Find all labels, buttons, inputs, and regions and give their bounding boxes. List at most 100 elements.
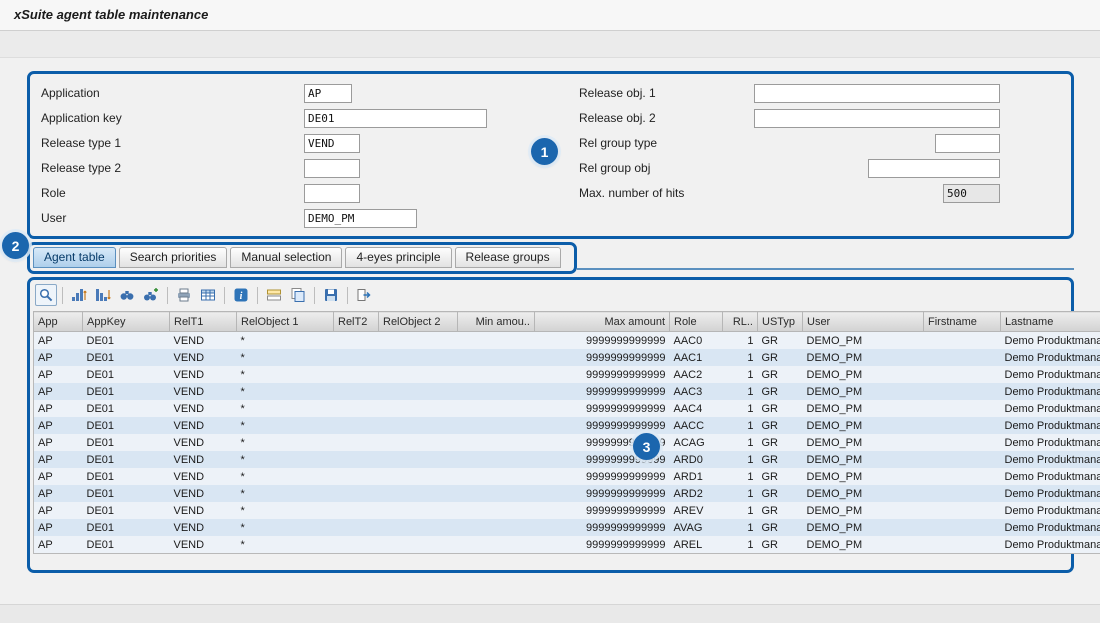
column-header-app[interactable]: App (34, 312, 83, 332)
user-input[interactable] (304, 209, 417, 228)
cell-relt1: VEND (170, 383, 237, 400)
column-header-role[interactable]: Role (670, 312, 723, 332)
column-header-relt1[interactable]: RelT1 (170, 312, 237, 332)
tab-manual-selection[interactable]: Manual selection (230, 247, 342, 268)
table-row[interactable]: APDE01VEND*9999999999999ARD21GRDEMO_PMDe… (34, 485, 1100, 502)
cell-ustyp: GR (758, 451, 803, 468)
info-icon[interactable]: i (230, 284, 252, 306)
cell-relobject-1: * (237, 349, 334, 366)
cell-rl: 1 (723, 468, 758, 485)
cell-min-amou (458, 383, 535, 400)
release-obj-1-input[interactable] (754, 84, 1000, 103)
cell-relt1: VEND (170, 451, 237, 468)
rel-group-type-input[interactable] (935, 134, 1000, 153)
toolbar-separator (167, 287, 168, 304)
column-header-rl[interactable]: RL.. (723, 312, 758, 332)
table-row[interactable]: APDE01VEND*9999999999999AAC41GRDEMO_PMDe… (34, 400, 1100, 417)
cell-relobject-1: * (237, 383, 334, 400)
cell-lastname: Demo Produktmanage.. (1001, 417, 1100, 434)
cell-relobject-2 (379, 417, 458, 434)
cell-min-amou (458, 536, 535, 554)
export-icon[interactable] (353, 284, 375, 306)
cell-lastname: Demo Produktmanage.. (1001, 400, 1100, 417)
table-row[interactable]: APDE01VEND*9999999999999ARD01GRDEMO_PMDe… (34, 451, 1100, 468)
cell-appkey: DE01 (83, 434, 170, 451)
print-icon[interactable] (173, 284, 195, 306)
cell-relt2 (334, 502, 379, 519)
column-header-max-amount[interactable]: Max amount (535, 312, 670, 332)
cell-app: AP (34, 485, 83, 502)
insert-row-icon[interactable] (263, 284, 285, 306)
column-header-relt2[interactable]: RelT2 (334, 312, 379, 332)
cell-relobject-1: * (237, 366, 334, 383)
release-obj-2-input[interactable] (754, 109, 1000, 128)
page-title: xSuite agent table maintenance (14, 0, 208, 30)
cell-relobject-2 (379, 332, 458, 350)
cell-app: AP (34, 536, 83, 554)
column-header-firstname[interactable]: Firstname (924, 312, 1001, 332)
column-header-user[interactable]: User (803, 312, 924, 332)
cell-user: DEMO_PM (803, 434, 924, 451)
tab-agent-table[interactable]: Agent table (33, 247, 116, 268)
save-icon[interactable] (320, 284, 342, 306)
table-row[interactable]: APDE01VEND*9999999999999AAC21GRDEMO_PMDe… (34, 366, 1100, 383)
tab-4-eyes-principle[interactable]: 4-eyes principle (345, 247, 451, 268)
table-row[interactable]: APDE01VEND*9999999999999ACAG1GRDEMO_PMDe… (34, 434, 1100, 451)
cell-max-amount: 9999999999999 (535, 400, 670, 417)
cell-relobject-2 (379, 468, 458, 485)
cell-max-amount: 9999999999999 (535, 468, 670, 485)
search-icon[interactable] (35, 284, 57, 306)
cell-lastname: Demo Produktmanage.. (1001, 366, 1100, 383)
table-view-icon[interactable] (197, 284, 219, 306)
table-row[interactable]: APDE01VEND*9999999999999AAC31GRDEMO_PMDe… (34, 383, 1100, 400)
column-header-relobject-2[interactable]: RelObject 2 (379, 312, 458, 332)
sort-ascending-icon[interactable] (68, 284, 90, 306)
tab-release-groups[interactable]: Release groups (455, 247, 561, 268)
max-hits-input[interactable] (943, 184, 1000, 203)
cell-user: DEMO_PM (803, 400, 924, 417)
table-row[interactable]: APDE01VEND*9999999999999AACC1GRDEMO_PMDe… (34, 417, 1100, 434)
cell-max-amount: 9999999999999 (535, 366, 670, 383)
cell-role: AREV (670, 502, 723, 519)
cell-relt1: VEND (170, 400, 237, 417)
tab-search-priorities[interactable]: Search priorities (119, 247, 228, 268)
column-header-lastname[interactable]: Lastname (1001, 312, 1100, 332)
column-header-appkey[interactable]: AppKey (83, 312, 170, 332)
column-header-min-amou[interactable]: Min amou.. (458, 312, 535, 332)
table-row[interactable]: APDE01VEND*9999999999999AREL1GRDEMO_PMDe… (34, 536, 1100, 554)
table-row[interactable]: APDE01VEND*9999999999999AAC01GRDEMO_PMDe… (34, 332, 1100, 350)
table-row[interactable]: APDE01VEND*9999999999999AAC11GRDEMO_PMDe… (34, 349, 1100, 366)
cell-relt2 (334, 434, 379, 451)
cell-app: AP (34, 451, 83, 468)
cell-ustyp: GR (758, 417, 803, 434)
cell-appkey: DE01 (83, 519, 170, 536)
cell-role: ARD2 (670, 485, 723, 502)
find-next-icon[interactable] (140, 284, 162, 306)
cell-user: DEMO_PM (803, 519, 924, 536)
column-header-relobject-1[interactable]: RelObject 1 (237, 312, 334, 332)
rel-group-obj-input[interactable] (868, 159, 1000, 178)
cell-lastname: Demo Produktmanage.. (1001, 519, 1100, 536)
cell-role: AAC4 (670, 400, 723, 417)
table-row[interactable]: APDE01VEND*9999999999999ARD11GRDEMO_PMDe… (34, 468, 1100, 485)
cell-app: AP (34, 366, 83, 383)
cell-relobject-2 (379, 519, 458, 536)
cell-relt2 (334, 519, 379, 536)
cell-user: DEMO_PM (803, 332, 924, 350)
cell-firstname (924, 502, 1001, 519)
copy-rows-icon[interactable] (287, 284, 309, 306)
sort-descending-icon[interactable] (92, 284, 114, 306)
cell-user: DEMO_PM (803, 349, 924, 366)
cell-min-amou (458, 502, 535, 519)
cell-app: AP (34, 349, 83, 366)
cell-user: DEMO_PM (803, 468, 924, 485)
cell-lastname: Demo Produktmanage.. (1001, 536, 1100, 554)
column-header-ustyp[interactable]: USTyp (758, 312, 803, 332)
cell-appkey: DE01 (83, 332, 170, 350)
cell-relobject-1: * (237, 468, 334, 485)
table-row[interactable]: APDE01VEND*9999999999999AVAG1GRDEMO_PMDe… (34, 519, 1100, 536)
table-row[interactable]: APDE01VEND*9999999999999AREV1GRDEMO_PMDe… (34, 502, 1100, 519)
find-icon[interactable] (116, 284, 138, 306)
cell-lastname: Demo Produktmanage.. (1001, 502, 1100, 519)
cell-ustyp: GR (758, 502, 803, 519)
